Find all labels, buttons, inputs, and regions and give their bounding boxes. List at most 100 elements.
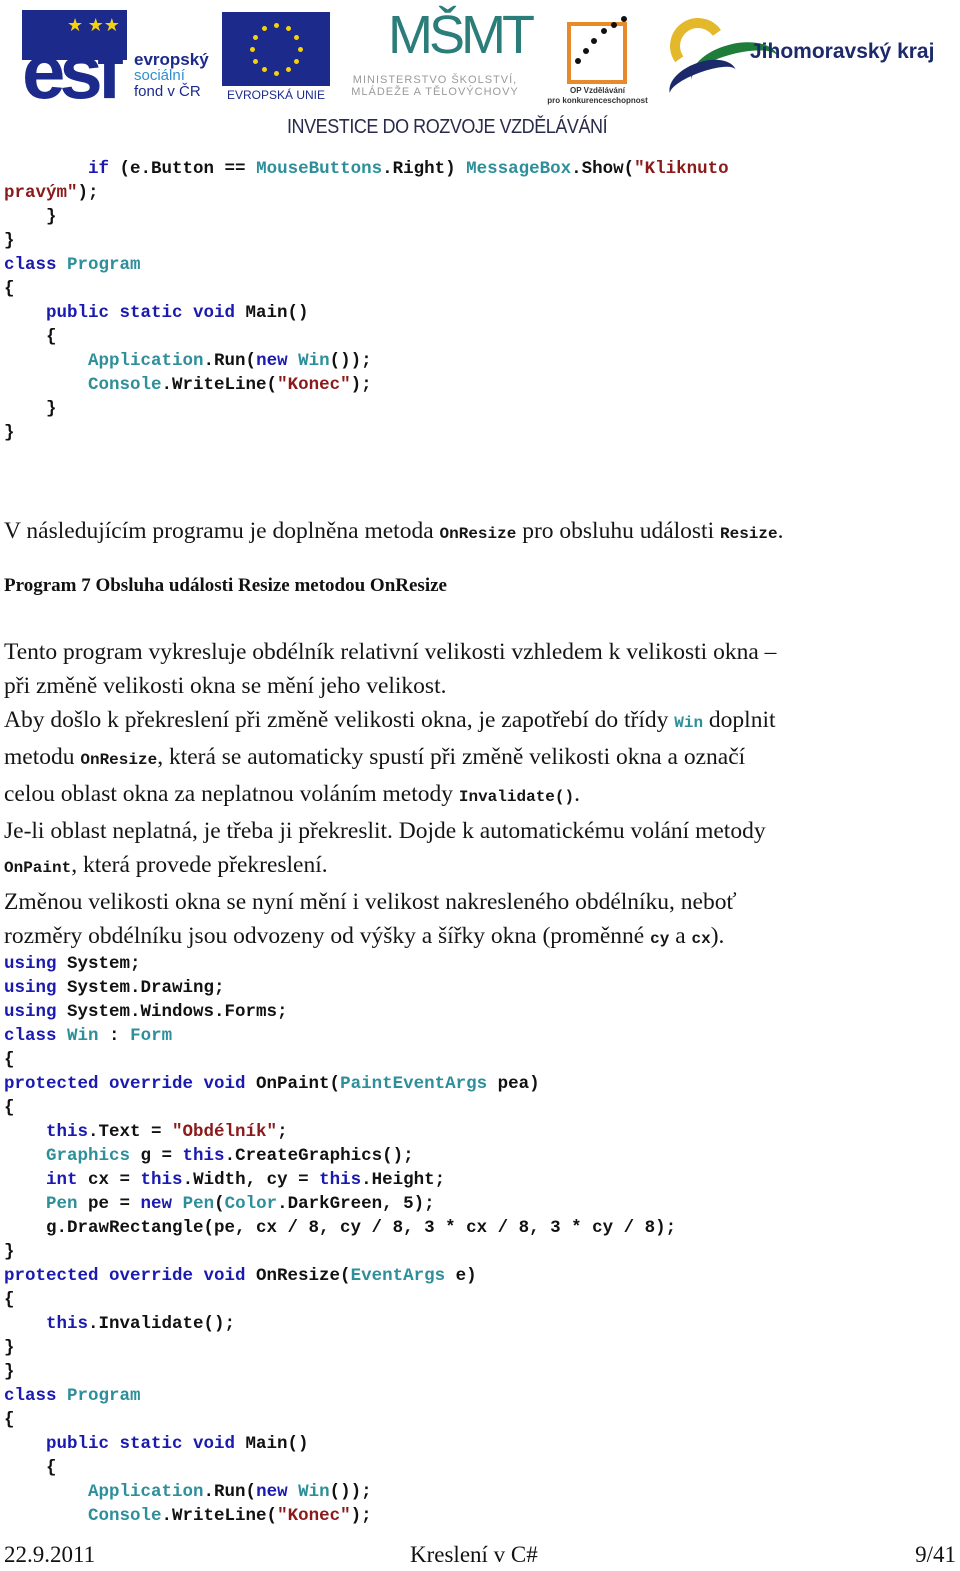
- code-keyword: new: [256, 351, 288, 371]
- esf-label: evropský sociální fond v ČR: [134, 51, 209, 100]
- text-run: doplnit: [703, 707, 776, 733]
- text-run: ).: [710, 923, 725, 949]
- tagline: INVESTICE DO ROZVOJE VZDĚLÁVÁNÍ: [287, 116, 608, 138]
- esf-letters: esf: [22, 27, 123, 115]
- text-run: Tento program vykresluje obdélník relati…: [4, 639, 777, 665]
- footer-date: 22.9.2011: [4, 1542, 96, 1567]
- code-text: }: [4, 1242, 15, 1262]
- page-number: 9/41: [915, 1542, 956, 1567]
- code-text: :: [98, 1026, 131, 1046]
- code-keyword: this: [319, 1170, 362, 1190]
- text-run: a: [669, 923, 692, 949]
- code-text: }: [4, 399, 57, 419]
- inline-code: Win: [674, 714, 704, 732]
- text-run: při změně velikosti okna se mění jeho ve…: [4, 673, 447, 699]
- description-line: Aby došlo k překreslení při změně veliko…: [4, 703, 776, 740]
- code-line: Application.Run(new Win());: [4, 1480, 676, 1504]
- code-keyword: protected override void: [4, 1074, 246, 1094]
- code-line: {: [4, 1048, 676, 1072]
- code-line: using System.Drawing;: [4, 976, 676, 1000]
- code-type: Application: [88, 351, 204, 371]
- msmt-line-1: MINISTERSTVO ŠKOLSTVÍ,: [352, 74, 518, 86]
- description-paragraph: Tento program vykresluje obdélník relati…: [4, 635, 776, 956]
- code-keyword: int: [46, 1170, 78, 1190]
- code-line: using System;: [4, 952, 676, 976]
- op-dots-icon: [571, 12, 631, 72]
- code-type: MessageBox: [466, 159, 572, 179]
- code-keyword: this: [140, 1170, 183, 1190]
- code-block-main: using System; using System.Drawing; using …: [4, 952, 676, 1528]
- eu-star-icon: [261, 25, 267, 31]
- eu-label: EVROPSKÁ UNIE: [226, 88, 326, 102]
- intro-paragraph: V následujícím programu je doplněna meto…: [4, 514, 783, 551]
- msmt-mark: MŠMT: [388, 5, 535, 65]
- code-line: }: [4, 1336, 676, 1360]
- code-text: pe =: [77, 1194, 141, 1214]
- code-line: Graphics g = this.CreateGraphics();: [4, 1144, 676, 1168]
- code-text: }: [4, 423, 15, 443]
- text-run: rozměry obdélníku jsou odvozeny od výšky…: [4, 923, 651, 949]
- code-text: OnPaint(: [245, 1074, 341, 1094]
- code-text: System;: [56, 954, 141, 974]
- code-text: {: [4, 1098, 15, 1118]
- code-text: }: [4, 207, 57, 227]
- code-text: .Width, cy =: [182, 1170, 320, 1190]
- page-footer: 22.9.2011 Kreslení v C# 9/41: [0, 1540, 960, 1571]
- code-line: this.Text = "Obdélník";: [4, 1120, 676, 1144]
- inline-code: OnPaint: [4, 859, 72, 877]
- program-caption: Program 7 Obsluha události Resize metodo…: [4, 575, 447, 596]
- code-string: pravým": [4, 183, 78, 203]
- code-line: pravým");: [4, 181, 729, 205]
- code-text: .Height;: [361, 1170, 446, 1190]
- description-line: rozměry obdélníku jsou odvozeny od výšky…: [4, 919, 776, 956]
- code-text: );: [350, 375, 372, 395]
- code-line: g.DrawRectangle(pe, cx / 8, cy / 8, 3 * …: [4, 1216, 676, 1240]
- code-string: "Obdélník": [172, 1122, 278, 1142]
- description-line: OnPaint, která provede překreslení.: [4, 848, 776, 885]
- description-line: Změnou velikosti okna se nyní mění i vel…: [4, 885, 776, 919]
- code-string: "Konec": [277, 1506, 351, 1526]
- msmt-line-2: MLÁDEŽE A TĚLOVÝCHOVY: [351, 86, 519, 98]
- code-text: ;: [277, 1122, 288, 1142]
- code-line: }: [4, 1360, 676, 1384]
- code-line: }: [4, 421, 729, 445]
- text-run: pro obsluhu události: [516, 518, 720, 544]
- code-keyword: if: [88, 159, 110, 179]
- text-run: Změnou velikosti okna se nyní mění i vel…: [4, 889, 737, 915]
- eu-star-icon: [252, 34, 258, 40]
- code-keyword: class: [4, 1026, 57, 1046]
- code-text: {: [4, 327, 57, 347]
- code-keyword: new: [140, 1194, 173, 1214]
- description-line: při změně velikosti okna se mění jeho ve…: [4, 669, 776, 703]
- inline-code: OnResize: [80, 751, 158, 769]
- code-text: {: [4, 1410, 15, 1430]
- eu-star-icon: [297, 46, 303, 52]
- code-keyword: using: [4, 978, 57, 998]
- code-text: pea): [487, 1074, 540, 1094]
- code-block-top: if (e.Button == MouseButtons.Right) Mess…: [4, 157, 729, 445]
- eu-star-icon: [273, 22, 279, 28]
- eu-star-icon: [294, 34, 300, 40]
- code-type: Pen: [182, 1194, 215, 1214]
- code-line: int cx = this.Width, cy = this.Height;: [4, 1168, 676, 1192]
- code-type: MouseButtons: [256, 159, 383, 179]
- code-line: {: [4, 1096, 676, 1120]
- code-line: public static void Main(): [4, 1432, 676, 1456]
- code-keyword: public static void: [46, 1434, 236, 1454]
- text-run: celou oblast okna za neplatnou voláním m…: [4, 781, 459, 807]
- code-line: protected override void OnResize(EventAr…: [4, 1264, 676, 1288]
- code-line: if (e.Button == MouseButtons.Right) Mess…: [4, 157, 729, 181]
